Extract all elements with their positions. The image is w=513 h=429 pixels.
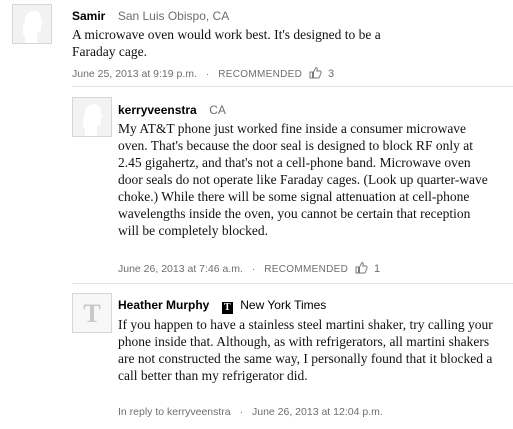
recommend-count: 3 (327, 68, 335, 80)
comment-location: CA (209, 103, 226, 117)
comment-author[interactable]: Heather Murphy (118, 298, 209, 312)
nyt-badge-icon: T (221, 302, 233, 314)
separator-dot: · (205, 68, 210, 80)
comment-author[interactable]: Samir (72, 9, 105, 23)
comment-date[interactable]: June 25, 2013 at 9:19 p.m. (72, 68, 197, 80)
in-reply-to-link[interactable]: In reply to kerryveenstra (118, 406, 231, 418)
separator-dot: · (239, 406, 244, 418)
thumbs-up-icon[interactable] (309, 66, 322, 82)
comment-organization: New York Times (240, 298, 327, 312)
comment-date[interactable]: June 26, 2013 at 12:04 p.m. (252, 406, 383, 418)
comment-body: My AT&T phone just worked fine inside a … (118, 121, 488, 238)
comment-body: If you happen to have a stainless steel … (118, 317, 493, 383)
divider (72, 283, 513, 284)
recommended-button[interactable]: RECOMMENDED (264, 264, 348, 275)
divider (72, 86, 513, 87)
avatar-icon (72, 97, 112, 137)
thumbs-up-icon[interactable] (355, 261, 368, 277)
svg-text:T: T (83, 299, 100, 328)
avatar-icon (12, 4, 52, 44)
comment-author[interactable]: kerryveenstra (118, 103, 197, 117)
nyt-logo-icon: T (72, 293, 112, 333)
separator-dot: · (251, 263, 256, 275)
recommend-count: 1 (373, 263, 381, 275)
recommended-button[interactable]: RECOMMENDED (218, 69, 302, 80)
comment-date[interactable]: June 26, 2013 at 7:46 a.m. (118, 263, 243, 275)
comment-location: San Luis Obispo, CA (117, 9, 230, 23)
comment-body: A microwave oven would work best. It's d… (72, 27, 381, 59)
